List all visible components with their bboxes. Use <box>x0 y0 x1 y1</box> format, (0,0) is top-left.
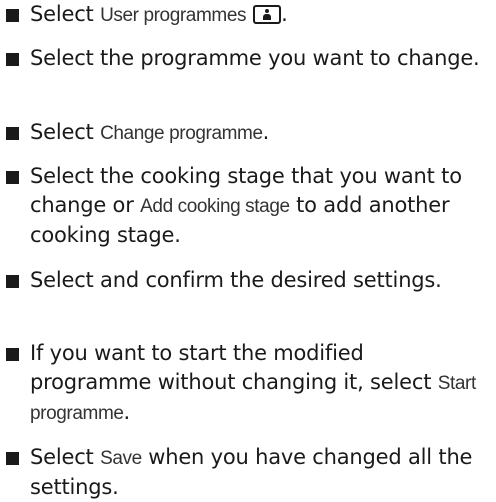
step-text: Select User programmes. <box>30 0 490 30</box>
step-text-before: Select <box>30 2 101 26</box>
instruction-step: Select User programmes. <box>0 0 490 30</box>
instruction-step: Select Save when you have changed all th… <box>0 443 490 502</box>
step-text: If you want to start the modified progra… <box>30 339 490 428</box>
step-text-before: If you want to start the modified progra… <box>30 341 438 394</box>
square-bullet-icon <box>6 53 19 66</box>
step-text-before: Select <box>30 445 101 469</box>
square-bullet-icon <box>6 9 19 22</box>
user-body-shape <box>263 14 272 20</box>
instruction-step: Select Change programme. <box>0 118 490 148</box>
user-head-shape <box>265 9 270 13</box>
instruction-step: If you want to start the modified progra… <box>0 339 490 428</box>
instruction-step: Select and confirm the desired settings. <box>0 266 490 295</box>
step-text-after: . <box>123 400 131 424</box>
step-text: Select Change programme. <box>30 118 490 148</box>
step-text: Select the programme you want to change. <box>30 46 480 70</box>
ui-label-add-cooking-stage: Add cooking stage <box>140 196 290 217</box>
step-text-before: Select <box>30 120 101 144</box>
instruction-step: Select the cooking stage that you want t… <box>0 162 490 250</box>
ui-label-change-programme: Change programme <box>100 123 263 144</box>
instruction-step: Select the programme you want to change. <box>0 44 490 73</box>
step-text: Select Save when you have changed all th… <box>30 443 490 502</box>
step-text-after: . <box>262 120 270 144</box>
ui-label-user-programmes: User programmes <box>100 5 247 26</box>
user-key-icon <box>253 5 282 24</box>
step-text: Select the cooking stage that you want t… <box>30 162 490 250</box>
square-bullet-icon <box>6 127 19 140</box>
step-text-after: . <box>281 2 288 26</box>
square-bullet-icon <box>6 275 19 288</box>
square-bullet-icon <box>6 348 19 361</box>
ui-label-save: Save <box>100 448 142 469</box>
step-text: Select and confirm the desired settings. <box>30 268 442 292</box>
square-bullet-icon <box>6 452 19 465</box>
square-bullet-icon <box>6 171 19 184</box>
